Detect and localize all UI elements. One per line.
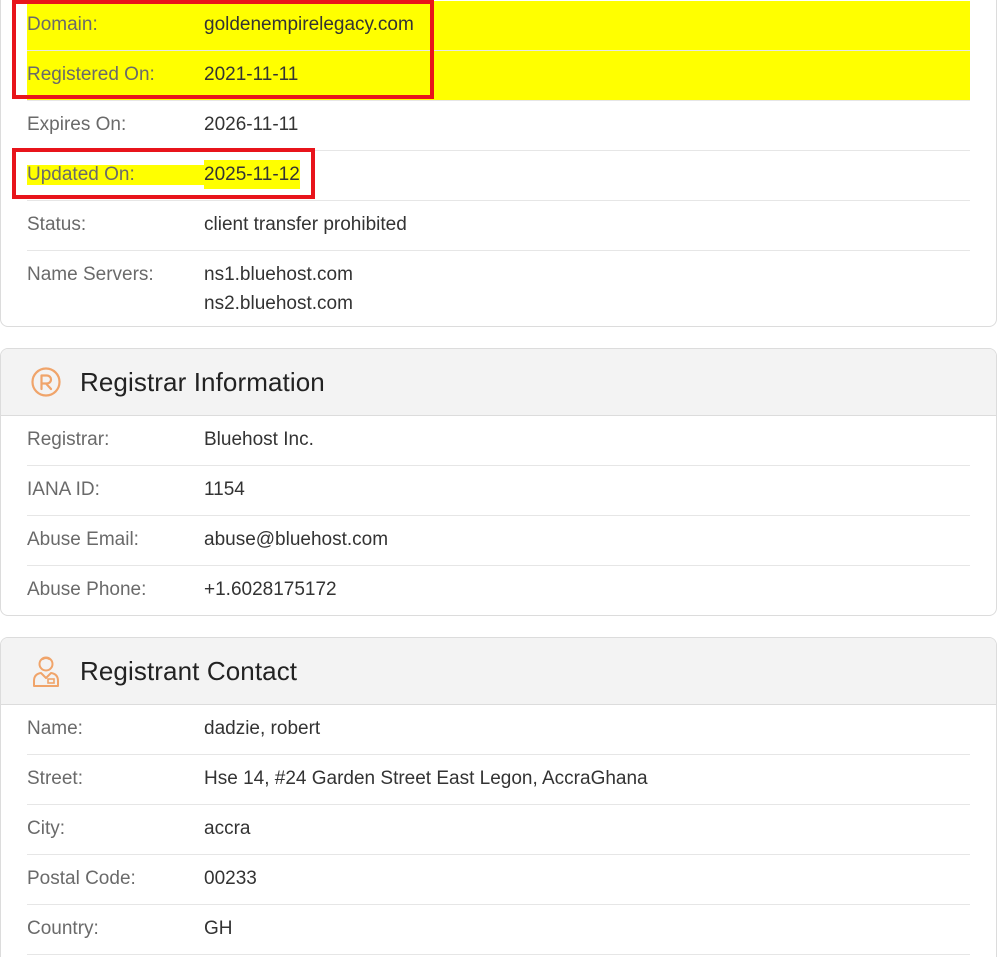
domain-label: Domain: <box>27 14 98 35</box>
status-row: Status: client transfer prohibited <box>27 201 970 251</box>
name-servers-row: Name Servers: ns1.bluehost.com ns2.blueh… <box>27 251 970 326</box>
postal-code-label: Postal Code: <box>27 868 136 889</box>
registrar-info-title: Registrar Information <box>80 366 325 397</box>
domain-value[interactable]: goldenempirelegacy.com <box>204 10 414 39</box>
street-value: Hse 14, #24 Garden Street East Legon, Ac… <box>204 768 648 789</box>
country-row: Country: GH <box>27 905 970 955</box>
registrar-info-header: Registrar Information <box>1 349 996 416</box>
registered-trademark-icon <box>29 365 63 399</box>
registrant-contact-title: Registrant Contact <box>80 655 298 686</box>
registrar-label: Registrar: <box>27 429 110 450</box>
domain-info-rows: Domain: goldenempirelegacy.com Registere… <box>1 0 996 326</box>
registered-on-value: 2021-11-11 <box>204 64 299 85</box>
registrar-info-rows: Registrar: Bluehost Inc. IANA ID: 1154 A… <box>1 416 996 615</box>
iana-id-value: 1154 <box>204 479 245 500</box>
country-label: Country: <box>27 918 99 939</box>
registrant-contact-card: Registrant Contact Name: dadzie, robert … <box>0 637 997 957</box>
updated-on-value: 2025-11-12 <box>204 160 300 189</box>
iana-id-label: IANA ID: <box>27 479 100 500</box>
name-servers-list: ns1.bluehost.com ns2.bluehost.com <box>204 260 353 318</box>
abuse-phone-label: Abuse Phone: <box>27 579 147 600</box>
registrar-info-card: Registrar Information Registrar: Bluehos… <box>0 348 997 616</box>
abuse-email-label: Abuse Email: <box>27 529 139 550</box>
updated-on-label: Updated On: <box>27 165 204 185</box>
registrant-contact-rows: Name: dadzie, robert Street: Hse 14, #24… <box>1 705 996 955</box>
registrar-value: Bluehost Inc. <box>204 429 314 450</box>
registered-on-label: Registered On: <box>27 64 155 85</box>
street-label: Street: <box>27 768 83 789</box>
registrar-row: Registrar: Bluehost Inc. <box>27 416 970 466</box>
abuse-phone-row: Abuse Phone: +1.6028175172 <box>27 566 970 615</box>
postal-code-value: 00233 <box>204 868 257 889</box>
domain-info-card: Domain: goldenempirelegacy.com Registere… <box>0 0 997 327</box>
city-value: accra <box>204 818 251 839</box>
city-label: City: <box>27 818 65 839</box>
postal-code-row: Postal Code: 00233 <box>27 855 970 905</box>
name-row: Name: dadzie, robert <box>27 705 970 755</box>
name-label: Name: <box>27 718 83 739</box>
iana-id-row: IANA ID: 1154 <box>27 466 970 516</box>
country-value: GH <box>204 918 233 939</box>
expires-on-row: Expires On: 2026-11-11 <box>27 101 970 151</box>
expires-on-label: Expires On: <box>27 114 127 135</box>
street-row: Street: Hse 14, #24 Garden Street East L… <box>27 755 970 805</box>
status-label: Status: <box>27 214 87 235</box>
abuse-phone-value[interactable]: +1.6028175172 <box>204 575 337 604</box>
registered-on-row: Registered On: 2021-11-11 <box>27 51 970 101</box>
abuse-email-value[interactable]: abuse@bluehost.com <box>204 525 388 554</box>
city-row: City: accra <box>27 805 970 855</box>
registrant-contact-header: Registrant Contact <box>1 638 996 705</box>
whois-page: Domain: goldenempirelegacy.com Registere… <box>0 0 999 957</box>
domain-row: Domain: goldenempirelegacy.com <box>27 1 970 51</box>
expires-on-value: 2026-11-11 <box>204 114 299 135</box>
name-server-2[interactable]: ns2.bluehost.com <box>204 289 353 318</box>
abuse-email-row: Abuse Email: abuse@bluehost.com <box>27 516 970 566</box>
status-value: client transfer prohibited <box>204 214 407 235</box>
updated-on-row: Updated On: 2025-11-12 <box>27 151 970 201</box>
name-servers-label: Name Servers: <box>27 264 154 285</box>
name-value: dadzie, robert <box>204 718 321 739</box>
name-server-1[interactable]: ns1.bluehost.com <box>204 260 353 289</box>
person-badge-icon <box>29 654 63 688</box>
